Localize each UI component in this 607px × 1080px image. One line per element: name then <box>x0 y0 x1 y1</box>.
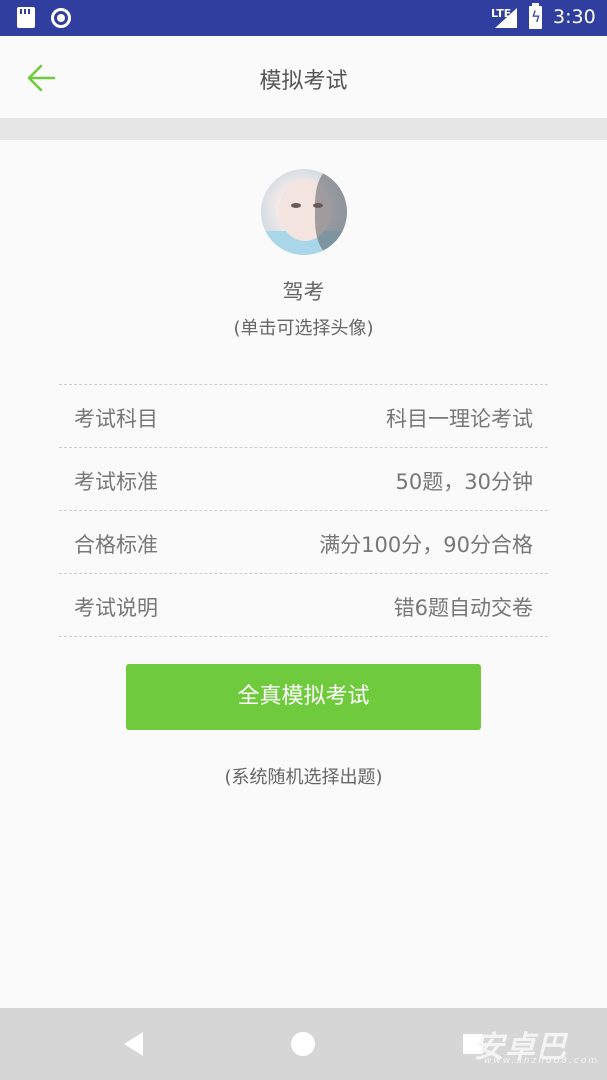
info-value: 错6题自动交卷 <box>393 596 533 620</box>
avatar-hint: (单击可选择头像) <box>233 318 374 339</box>
section-divider <box>0 118 607 140</box>
info-row-rules: 考试说明 错6题自动交卷 <box>59 574 548 637</box>
info-label: 考试科目 <box>74 407 158 431</box>
start-exam-button[interactable]: 全真模拟考试 <box>126 664 481 730</box>
info-value: 满分100分，90分合格 <box>319 533 533 557</box>
info-label: 考试说明 <box>74 596 158 620</box>
watermark-url: www.anzhuo8.com <box>484 1056 600 1066</box>
info-value: 50题，30分钟 <box>395 470 533 494</box>
info-label: 合格标准 <box>74 533 158 557</box>
exam-info-list: 考试科目 科目一理论考试 考试标准 50题，30分钟 合格标准 满分100分，9… <box>59 384 548 637</box>
no-signal-icon: × <box>509 16 518 27</box>
info-label: 考试标准 <box>74 470 158 494</box>
sync-icon <box>51 8 71 28</box>
page-title: 模拟考试 <box>259 69 348 94</box>
avatar[interactable] <box>261 169 347 255</box>
battery-icon: ϟ <box>529 3 542 29</box>
exam-note: (系统随机选择出题) <box>224 767 383 788</box>
info-row-subject: 考试科目 科目一理论考试 <box>59 385 548 448</box>
info-row-standard: 考试标准 50题，30分钟 <box>59 448 548 511</box>
info-value: 科目一理论考试 <box>386 407 533 431</box>
info-row-pass: 合格标准 满分100分，90分合格 <box>59 511 548 574</box>
app-header: 模拟考试 <box>0 36 607 119</box>
nav-home-icon[interactable] <box>291 1032 315 1056</box>
navigation-bar: 安卓巴 www.anzhuo8.com <box>0 1008 607 1080</box>
status-time: 3:30 <box>553 6 596 28</box>
user-name: 驾考 <box>282 280 325 304</box>
nav-back-icon[interactable] <box>124 1032 143 1056</box>
status-bar: LTE × ϟ 3:30 <box>0 0 607 36</box>
sd-card-icon <box>17 7 35 28</box>
